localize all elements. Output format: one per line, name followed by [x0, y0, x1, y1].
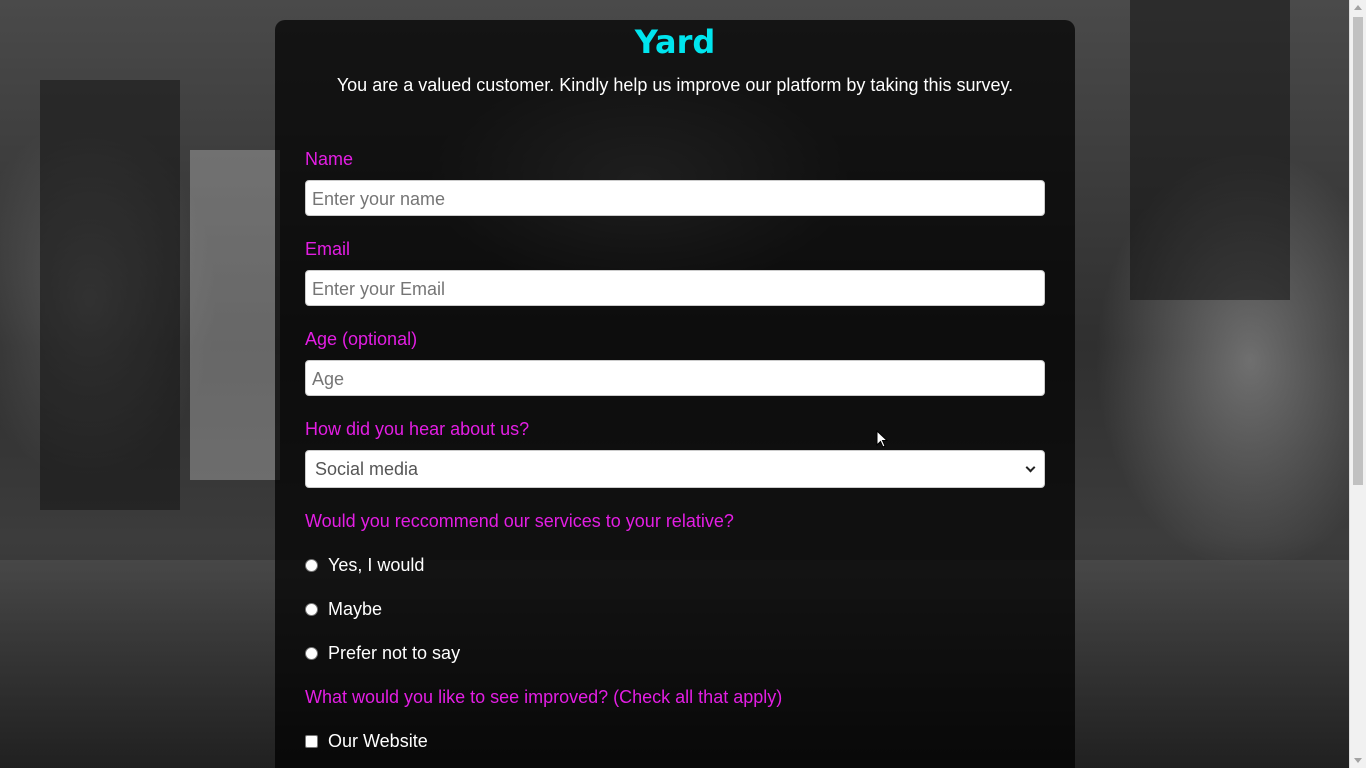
radio-button[interactable] — [305, 602, 318, 616]
page-subtitle: You are a valued customer. Kindly help u… — [336, 75, 1014, 95]
recommend-option-label: Yes, I would — [328, 554, 425, 575]
age-placeholder: Age — [312, 369, 345, 389]
chevron-down-icon — [1025, 462, 1036, 472]
age-label: Age (optional) — [305, 329, 418, 349]
radio-button[interactable] — [305, 646, 318, 660]
recommend-label: Would you reccommend our services to you… — [305, 511, 734, 531]
email-label: Email — [305, 239, 351, 259]
source-label: How did you hear about us? — [305, 419, 530, 439]
page-title: Yard — [634, 23, 716, 61]
name-placeholder: Enter your name — [312, 189, 446, 209]
scrollbar-thumb[interactable] — [1353, 17, 1363, 485]
scroll-down-arrow-icon[interactable] — [1354, 758, 1362, 763]
improve-option-label: Our Website — [328, 730, 428, 751]
email-input[interactable]: Enter your Email — [305, 270, 1045, 306]
bg-shelf-right — [1130, 0, 1290, 300]
page-scrollbar[interactable] — [1349, 0, 1366, 768]
recommend-option-label: Prefer not to say — [328, 642, 461, 663]
name-input[interactable]: Enter your name — [305, 180, 1045, 216]
source-selected-value: Social media — [315, 458, 419, 479]
improve-label: What would you like to see improved? (Ch… — [305, 687, 783, 707]
recommend-option-prefer-not[interactable]: Prefer not to say — [305, 642, 460, 664]
bg-shelf-left — [40, 80, 180, 510]
recommend-option-label: Maybe — [328, 598, 383, 619]
age-input[interactable]: Age — [305, 360, 1045, 396]
email-placeholder: Enter your Email — [312, 279, 446, 299]
source-select[interactable]: Social media — [305, 450, 1045, 488]
recommend-option-maybe[interactable]: Maybe — [305, 598, 382, 620]
scroll-up-arrow-icon[interactable] — [1354, 5, 1362, 10]
improve-option-website[interactable]: Our Website — [305, 730, 428, 752]
mouse-cursor-icon — [876, 430, 888, 448]
checkbox[interactable] — [305, 734, 318, 748]
name-label: Name — [305, 149, 354, 169]
recommend-option-yes[interactable]: Yes, I would — [305, 554, 424, 576]
radio-button[interactable] — [305, 558, 318, 572]
bg-door — [190, 150, 280, 480]
